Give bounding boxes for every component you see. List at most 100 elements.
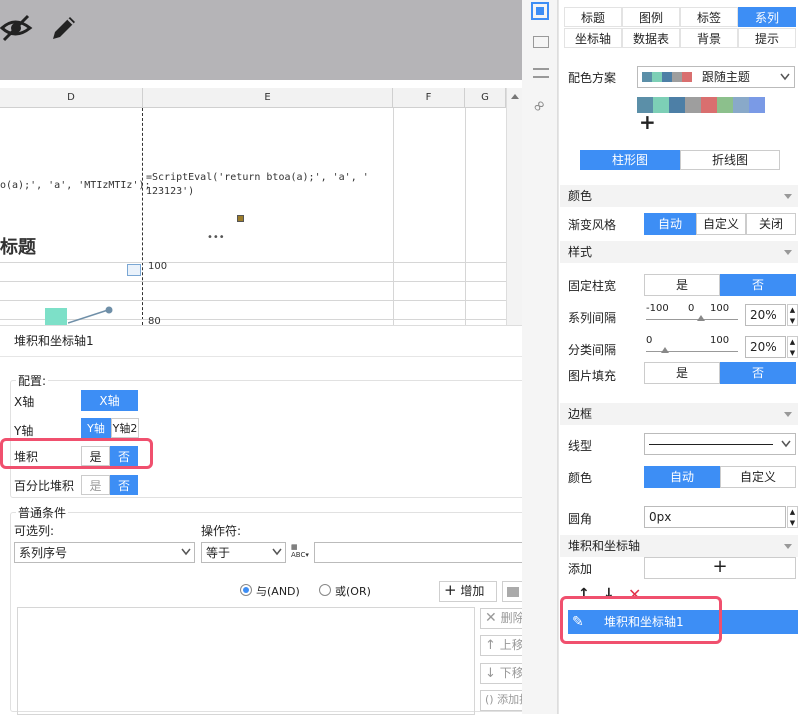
stack-no[interactable]: 否: [110, 446, 138, 466]
link-icon[interactable]: ∞: [527, 94, 550, 117]
style-section-header[interactable]: 样式: [560, 241, 798, 263]
color-scheme-label: 配色方案: [568, 71, 617, 85]
line-type-select[interactable]: [644, 433, 796, 455]
chart-type-bar[interactable]: 柱形图: [580, 150, 680, 170]
axis-value-label: 80: [148, 316, 161, 325]
category-gap-label: 分类间隔: [568, 343, 617, 357]
grid-line: [393, 108, 394, 325]
resize-handle[interactable]: [237, 215, 244, 222]
stack-axis-section-header[interactable]: 堆积和坐标轴: [560, 535, 798, 557]
fixed-width-yes[interactable]: 是: [644, 274, 720, 296]
axis-value-label: 100: [148, 261, 168, 272]
series-gap-stepper[interactable]: ▲ ▼: [787, 304, 798, 326]
selectable-column-select[interactable]: 系列序号: [14, 542, 195, 563]
category-gap-stepper[interactable]: ▲ ▼: [787, 336, 798, 358]
corner-radius-stepper[interactable]: ▲ ▼: [787, 506, 798, 528]
color-swatch[interactable]: [685, 97, 701, 113]
operator-label: 操作符:: [201, 524, 242, 538]
chevron-down-icon: [781, 440, 791, 448]
y-axis-label: Y轴: [14, 424, 34, 438]
dialog-title: 堆积和坐标轴1: [14, 334, 94, 348]
cell-formula-e-line1[interactable]: =ScriptEval('return btoa(a);', 'a', ': [146, 172, 369, 183]
gradient-custom[interactable]: 自定义: [696, 213, 746, 235]
and-radio[interactable]: [240, 584, 252, 596]
color-swatch[interactable]: [701, 97, 717, 113]
widget-property-icon[interactable]: [533, 36, 549, 48]
grid-line: [0, 281, 506, 282]
divider: [0, 356, 566, 357]
gradient-auto[interactable]: 自动: [644, 213, 696, 235]
page-break-line: [142, 108, 143, 325]
color-swatch[interactable]: [733, 97, 749, 113]
grid-line: [465, 108, 466, 325]
tab-label[interactable]: 标签: [680, 7, 738, 27]
hide-icon[interactable]: [0, 12, 34, 44]
chart-title[interactable]: 标题: [0, 233, 36, 259]
y-axis-option-2[interactable]: Y轴2: [111, 418, 139, 438]
condition-list[interactable]: [17, 607, 475, 715]
condition-property-icon[interactable]: [533, 68, 549, 78]
tab-datasheet[interactable]: 数据表: [622, 28, 680, 48]
color-swatch[interactable]: [717, 97, 733, 113]
series-gap-input[interactable]: 20%: [745, 304, 786, 326]
percent-stack-yes[interactable]: 是: [81, 475, 110, 495]
column-header-d[interactable]: D: [0, 88, 143, 108]
add-condition-label: 增加: [460, 584, 485, 598]
or-radio[interactable]: [319, 584, 331, 596]
tab-axis[interactable]: 坐标轴: [564, 28, 622, 48]
category-gap-slider[interactable]: 0 100: [646, 334, 740, 356]
y-axis-option-1[interactable]: Y轴: [81, 418, 111, 438]
condition-value-input[interactable]: [314, 542, 553, 563]
border-color-label: 颜色: [568, 471, 593, 485]
add-condition-button[interactable]: + 增加: [439, 581, 497, 602]
delete-icon: ✕: [485, 610, 497, 626]
cell-formula-d[interactable]: o(a);', 'a', 'MTIzMTIz');: [0, 180, 151, 191]
bracket-icon: (): [485, 693, 494, 706]
operator-value: 等于: [206, 546, 231, 560]
series-gap-slider[interactable]: -100 0 100: [646, 302, 740, 324]
column-header-f[interactable]: F: [393, 88, 465, 108]
slider-thumb[interactable]: [697, 315, 705, 321]
more-icon[interactable]: •••: [207, 232, 225, 243]
tab-background[interactable]: 背景: [680, 28, 738, 48]
gradient-close[interactable]: 关闭: [746, 213, 796, 235]
color-scheme-select[interactable]: 跟随主题: [637, 66, 795, 88]
corner-radius-label: 圆角: [568, 512, 593, 526]
series-gap-label: 系列间隔: [568, 311, 617, 325]
border-color-custom[interactable]: 自定义: [720, 466, 796, 488]
value-type-icon[interactable]: ▦ ABC▾: [291, 543, 313, 563]
chart-type-line[interactable]: 折线图: [680, 150, 780, 170]
stack-axis-section-title: 堆积和坐标轴: [568, 539, 641, 553]
stack-yes[interactable]: 是: [81, 446, 110, 466]
plus-icon: +: [444, 581, 457, 599]
corner-radius-input[interactable]: 0px: [644, 506, 786, 528]
table-icon[interactable]: [127, 264, 141, 276]
tab-legend[interactable]: 图例: [622, 7, 680, 27]
image-fill-yes[interactable]: 是: [644, 362, 720, 384]
color-scheme-value: 跟随主题: [701, 70, 750, 84]
modify-icon: [507, 586, 519, 597]
color-swatch[interactable]: [669, 97, 685, 113]
add-color-icon[interactable]: +: [639, 112, 656, 132]
border-color-auto[interactable]: 自动: [644, 466, 720, 488]
x-axis-option[interactable]: X轴: [81, 390, 138, 411]
edit-pencil-icon[interactable]: [48, 12, 80, 44]
fixed-width-no[interactable]: 否: [720, 274, 796, 296]
add-stack-axis-button[interactable]: +: [644, 557, 796, 579]
cell-property-icon[interactable]: [531, 2, 549, 20]
scale-label: 0: [688, 303, 695, 314]
tab-tooltip[interactable]: 提示: [738, 28, 796, 48]
tab-title[interactable]: 标题: [564, 7, 622, 27]
vertical-scrollbar[interactable]: [506, 88, 522, 325]
column-header-g[interactable]: G: [465, 88, 506, 108]
column-header-e[interactable]: E: [143, 88, 393, 108]
category-gap-input[interactable]: 20%: [745, 336, 786, 358]
color-swatch[interactable]: [749, 97, 765, 113]
percent-stack-no[interactable]: 否: [110, 475, 138, 495]
slider-thumb[interactable]: [661, 347, 669, 353]
image-fill-no[interactable]: 否: [720, 362, 796, 384]
operator-select[interactable]: 等于: [201, 542, 286, 563]
color-section-header[interactable]: 颜色: [560, 185, 798, 207]
border-section-header[interactable]: 边框: [560, 403, 798, 425]
tab-series[interactable]: 系列: [738, 7, 796, 27]
